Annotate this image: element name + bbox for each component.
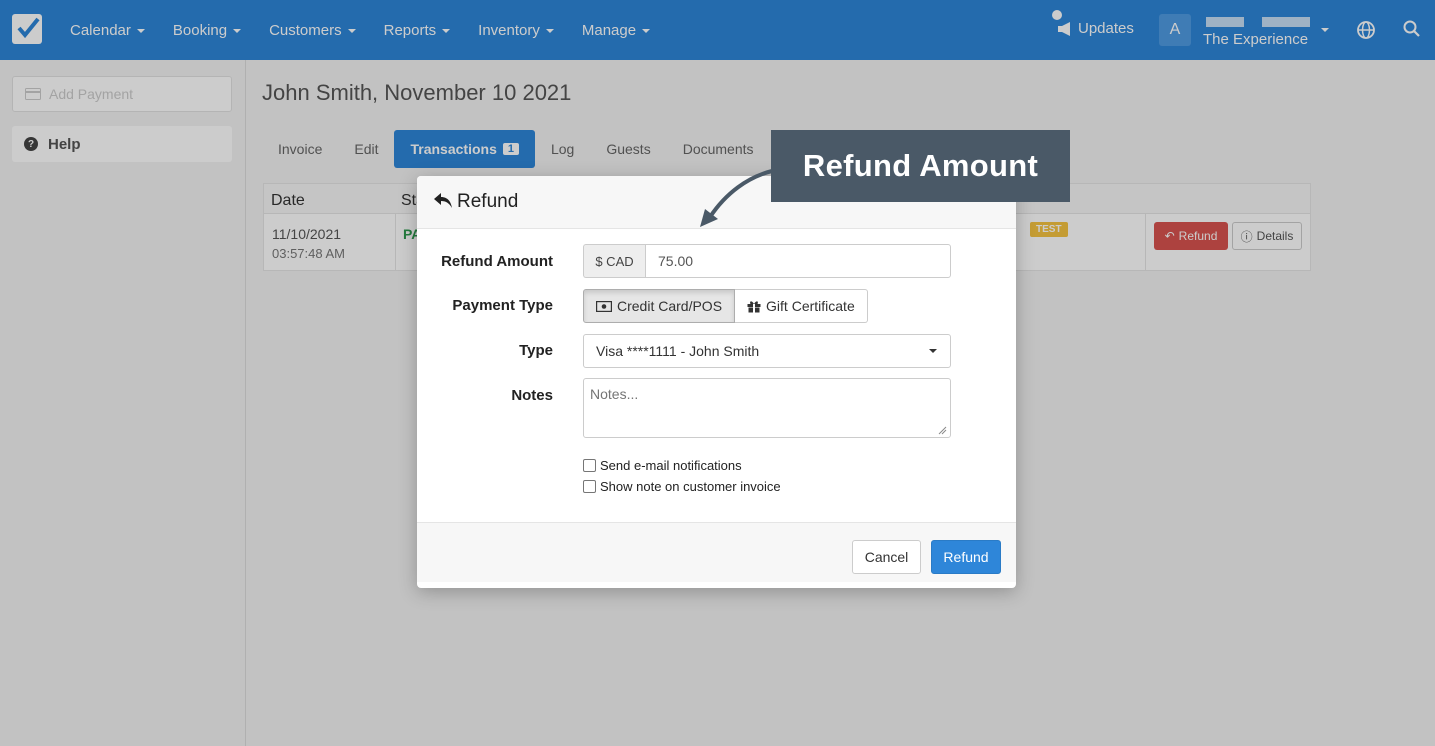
gift-certificate-option[interactable]: Gift Certificate bbox=[735, 289, 868, 323]
type-label: Type bbox=[519, 342, 553, 359]
refund-amount-input[interactable]: 75.00 bbox=[645, 244, 951, 278]
currency-addon: $ CAD bbox=[583, 244, 645, 278]
show-note-checkbox[interactable] bbox=[583, 480, 596, 493]
reply-icon bbox=[434, 193, 452, 208]
cancel-button[interactable]: Cancel bbox=[852, 540, 921, 574]
modal-title: Refund bbox=[457, 191, 519, 212]
credit-card-option[interactable]: Credit Card/POS bbox=[583, 289, 736, 323]
email-notification-label: Send e-mail notifications bbox=[600, 458, 742, 473]
gift-certificate-option-label: Gift Certificate bbox=[766, 298, 855, 314]
payment-type-label: Payment Type bbox=[452, 297, 553, 314]
resize-handle-icon[interactable] bbox=[937, 425, 947, 435]
card-type-select[interactable]: Visa ****1111 - John Smith bbox=[583, 334, 951, 368]
email-notification-checkbox[interactable] bbox=[583, 459, 596, 472]
payment-type-toggle: Credit Card/POS Gift Certificate bbox=[583, 289, 868, 323]
refund-amount-group: $ CAD 75.00 bbox=[583, 244, 951, 278]
email-notification-option[interactable]: Send e-mail notifications bbox=[583, 458, 742, 473]
money-bill-icon bbox=[596, 300, 612, 312]
show-note-label: Show note on customer invoice bbox=[600, 479, 781, 494]
arrow-icon bbox=[700, 169, 774, 227]
notes-textarea[interactable] bbox=[583, 378, 951, 438]
refund-amount-label: Refund Amount bbox=[441, 253, 553, 270]
card-type-value: Visa ****1111 - John Smith bbox=[596, 343, 760, 359]
notes-label: Notes bbox=[511, 387, 553, 404]
credit-card-option-label: Credit Card/POS bbox=[617, 298, 723, 314]
refund-button[interactable]: Refund bbox=[931, 540, 1001, 574]
show-note-option[interactable]: Show note on customer invoice bbox=[583, 479, 781, 494]
gift-icon bbox=[747, 300, 761, 313]
annotation-callout: Refund Amount bbox=[771, 130, 1070, 202]
caret-down-icon bbox=[929, 349, 937, 353]
modal-footer: Cancel Refund bbox=[417, 522, 1016, 582]
refund-modal: Refund Refund Amount $ CAD 75.00 Payment… bbox=[417, 176, 1016, 588]
